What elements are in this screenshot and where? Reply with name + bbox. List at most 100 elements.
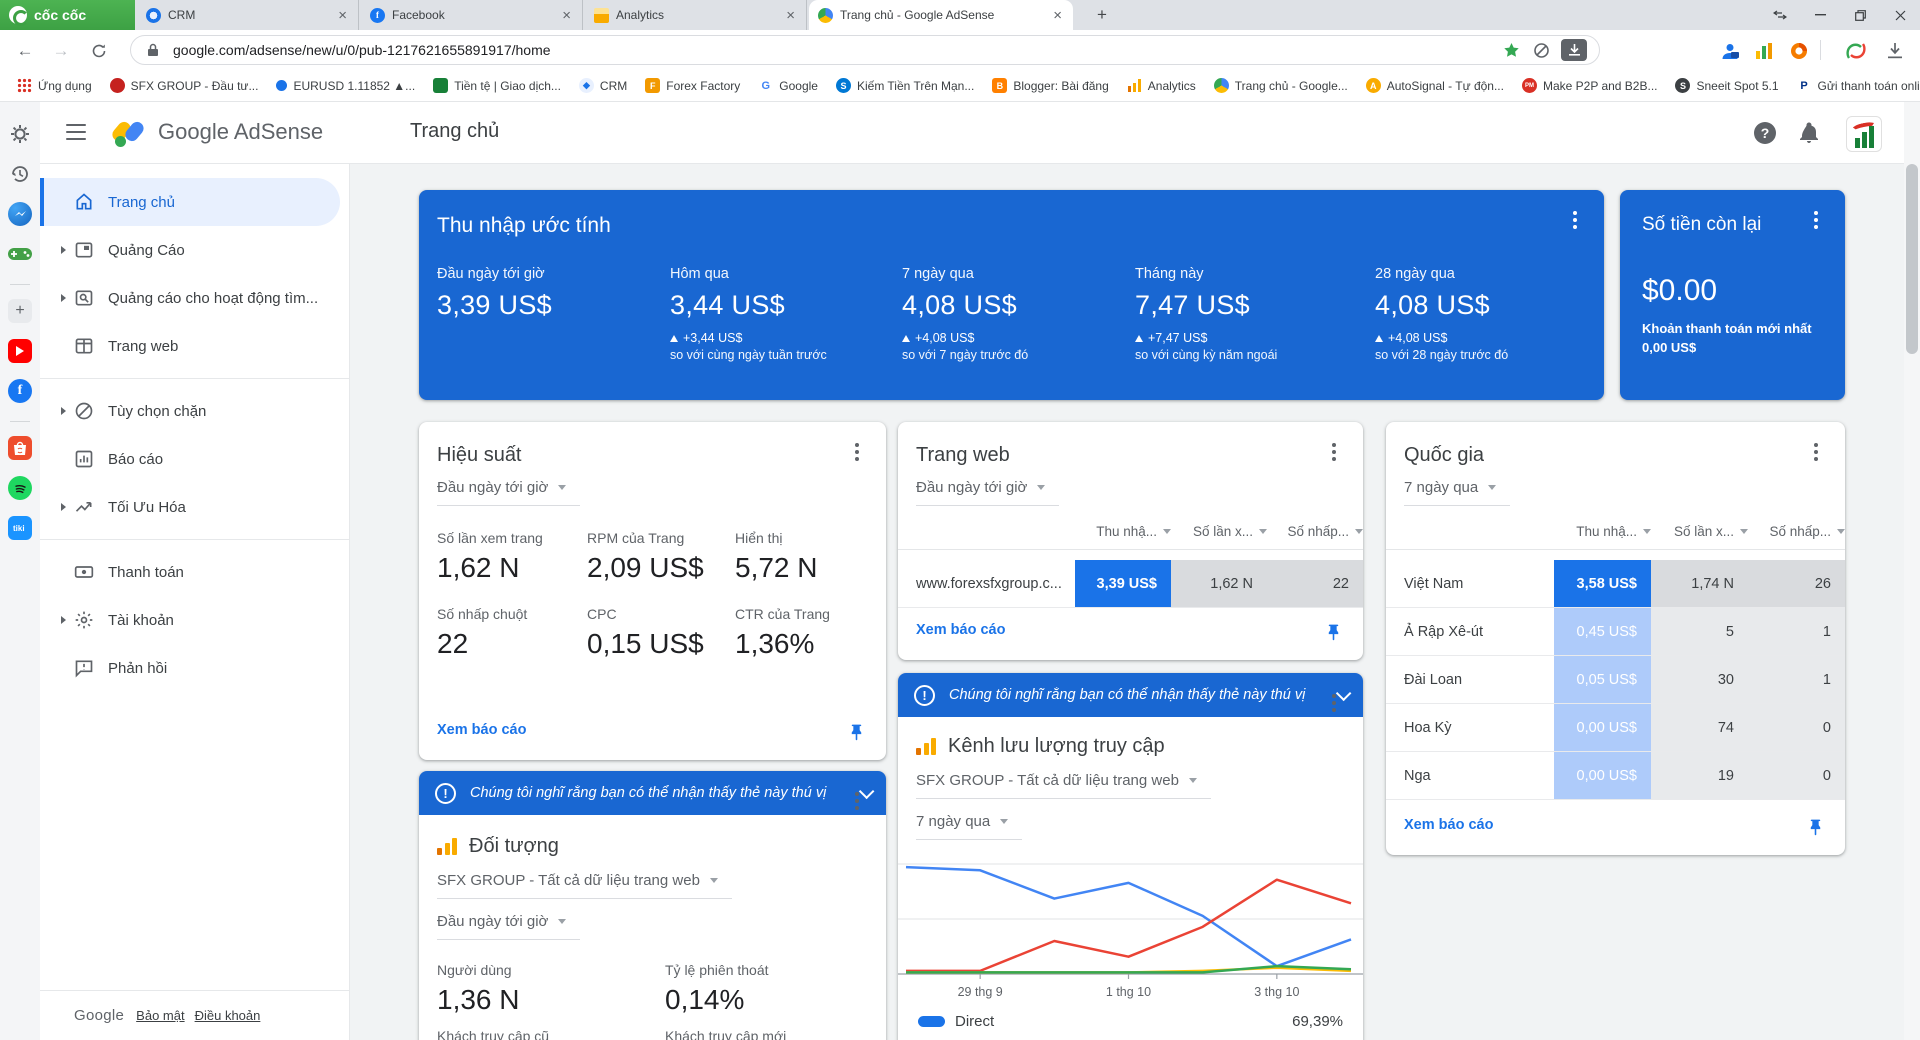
kebab-menu-icon[interactable] [1566, 210, 1584, 230]
orange-donut-extension-icon[interactable] [1786, 38, 1812, 64]
forward-button[interactable]: → [48, 38, 74, 64]
bookmark-item[interactable]: Ứng dụng [8, 78, 101, 93]
column-header[interactable]: Số lần x... [1651, 524, 1748, 539]
column-header[interactable]: Số nhấp... [1748, 524, 1845, 539]
bookmark-item[interactable]: PM Make P2P and B2B... [1513, 78, 1667, 93]
table-row[interactable]: Hoa Kỳ 0,00 US$ 74 0 [1386, 704, 1845, 752]
coccoc-sidebar-icon[interactable] [1843, 38, 1869, 64]
sidebar-item-ads[interactable]: Quảng Cáo [40, 226, 349, 274]
new-tab-button[interactable]: + [1090, 3, 1114, 27]
back-button[interactable]: ← [12, 38, 38, 64]
messenger-icon[interactable] [8, 202, 32, 226]
date-range-dropdown[interactable]: Đầu ngày tới giờ [916, 479, 1060, 506]
shopee-icon[interactable] [8, 436, 32, 460]
property-dropdown[interactable]: SFX GROUP - Tất cả dữ liệu trang web [437, 872, 732, 899]
bookmark-item[interactable]: P Gửi thanh toán onlin... [1788, 78, 1920, 93]
date-range-dropdown[interactable]: Đầu ngày tới giờ [437, 913, 581, 940]
kebab-menu-icon[interactable] [1807, 442, 1825, 462]
pin-icon[interactable] [847, 723, 866, 742]
tab-close-icon[interactable]: × [1051, 8, 1064, 23]
minimize-icon[interactable] [1800, 0, 1840, 30]
tab-close-icon[interactable]: × [784, 8, 797, 23]
tiki-icon[interactable]: tiki [8, 516, 32, 540]
sidebar-item-reports[interactable]: Báo cáo [40, 435, 349, 483]
column-header[interactable]: Số nhấp... [1267, 524, 1363, 539]
kebab-menu-icon[interactable] [848, 791, 866, 811]
sidebar-item-optimize[interactable]: Tối Ưu Hóa [40, 483, 349, 531]
view-report-link[interactable]: Xem báo cáo [916, 622, 1005, 638]
bookmark-item[interactable]: S Sneeit Spot 5.1 [1666, 78, 1787, 93]
scrollbar-thumb[interactable] [1906, 164, 1918, 354]
view-report-link[interactable]: Xem báo cáo [1404, 817, 1493, 833]
pin-icon[interactable] [1324, 623, 1343, 642]
facebook-rail-icon[interactable]: f [8, 379, 32, 403]
profile-extension-icon[interactable] [1717, 38, 1743, 64]
property-dropdown[interactable]: SFX GROUP - Tất cả dữ liệu trang web [916, 772, 1211, 799]
coccoc-brand[interactable]: cốc cốc [0, 0, 135, 30]
bookmark-item[interactable]: A AutoSignal - Tự độn... [1357, 78, 1513, 93]
tab-close-icon[interactable]: × [336, 8, 349, 23]
table-row[interactable]: Nga 0,00 US$ 19 0 [1386, 752, 1845, 800]
bookmark-item[interactable]: G Google [749, 78, 827, 93]
history-icon[interactable] [8, 162, 32, 186]
bookmark-item[interactable]: SFX GROUP - Đầu tư... [101, 78, 268, 93]
close-window-icon[interactable] [1880, 0, 1920, 30]
downloads-icon[interactable] [1882, 38, 1908, 64]
bookmark-item[interactable]: B Blogger: Bài đăng [983, 78, 1117, 93]
menu-hamburger-icon[interactable] [66, 124, 86, 140]
kebab-menu-icon[interactable] [1325, 442, 1343, 462]
column-header[interactable]: Thu nhậ... [1075, 524, 1171, 539]
browser-tab-crm[interactable]: CRM × [137, 0, 359, 30]
kebab-menu-icon[interactable] [1325, 693, 1343, 713]
footer-link[interactable]: Bảo mật [136, 1008, 184, 1023]
suggestion-banner[interactable]: ! Chúng tôi nghĩ rằng bạn có thể nhận th… [419, 771, 886, 815]
youtube-icon[interactable] [8, 339, 32, 363]
sidebar-item-block[interactable]: Tùy chọn chặn [40, 387, 349, 435]
address-bar[interactable]: google.com/adsense/new/u/0/pub-121762165… [130, 35, 1600, 65]
tab-close-icon[interactable]: × [560, 8, 573, 23]
account-avatar[interactable] [1846, 116, 1882, 152]
settings-gear-icon[interactable] [8, 122, 32, 146]
date-range-dropdown[interactable]: Đầu ngày tới giờ [437, 479, 581, 506]
analytics-extension-icon[interactable] [1751, 38, 1777, 64]
bookmark-item[interactable]: Tiền tệ | Giao dịch... [424, 78, 570, 93]
sidebar-item-home[interactable]: Trang chủ [40, 178, 340, 226]
bookmark-item[interactable]: S Kiếm Tiền Trên Mạn... [827, 78, 983, 93]
kebab-menu-icon[interactable] [848, 442, 866, 462]
sidebar-item-feedback[interactable]: Phản hồi [40, 644, 349, 692]
reload-button[interactable] [86, 38, 112, 64]
page-scrollbar[interactable] [1904, 102, 1920, 1040]
games-icon[interactable] [8, 242, 32, 266]
sidebar-item-payments[interactable]: Thanh toán [40, 548, 349, 596]
bookmark-item[interactable]: ◆ CRM [570, 78, 636, 93]
sidebar-item-account[interactable]: Tài khoản [40, 596, 349, 644]
pin-icon[interactable] [1806, 818, 1825, 837]
date-range-dropdown[interactable]: 7 ngày qua [1404, 479, 1511, 506]
spotify-icon[interactable] [8, 476, 32, 500]
window-split-icon[interactable] [1760, 0, 1800, 30]
browser-tab-analytics[interactable]: Analytics × [585, 0, 807, 30]
table-row[interactable]: Việt Nam 3,58 US$ 1,74 N 26 [1386, 560, 1845, 608]
sidebar-item-sites[interactable]: Trang web [40, 322, 349, 370]
adsense-logo[interactable]: Google AdSense [109, 115, 323, 149]
table-row[interactable]: www.forexsfxgroup.c... 3,39 US$ 1,62 N 22 [898, 560, 1363, 608]
download-manager-icon[interactable] [1561, 39, 1587, 61]
column-header[interactable]: Số lần x... [1171, 524, 1267, 539]
add-app-button[interactable]: + [8, 299, 32, 323]
column-header[interactable]: Thu nhậ... [1554, 524, 1651, 539]
bookmark-star-icon[interactable] [1501, 40, 1521, 60]
kebab-menu-icon[interactable] [1807, 210, 1825, 230]
bookmark-item[interactable]: Analytics [1118, 78, 1205, 93]
date-range-dropdown[interactable]: 7 ngày qua [916, 813, 1023, 840]
bookmark-item[interactable]: Trang chủ - Google... [1205, 78, 1357, 93]
help-icon[interactable]: ? [1750, 118, 1780, 148]
view-report-link[interactable]: Xem báo cáo [437, 722, 526, 738]
bookmark-item[interactable]: EURUSD 1.11852 ▲... [267, 79, 424, 93]
suggestion-banner[interactable]: ! Chúng tôi nghĩ rằng bạn có thể nhận th… [898, 673, 1363, 717]
table-row[interactable]: Ả Rập Xê-út 0,45 US$ 5 1 [1386, 608, 1845, 656]
sidebar-item-searchads[interactable]: Quảng cáo cho hoạt động tìm... [40, 274, 349, 322]
browser-tab-adsense[interactable]: Trang chủ - Google AdSense × [809, 0, 1073, 30]
adblock-shield-icon[interactable] [1531, 40, 1551, 60]
bookmark-item[interactable]: F Forex Factory [636, 78, 749, 93]
url-text[interactable]: google.com/adsense/new/u/0/pub-121762165… [173, 42, 1491, 58]
